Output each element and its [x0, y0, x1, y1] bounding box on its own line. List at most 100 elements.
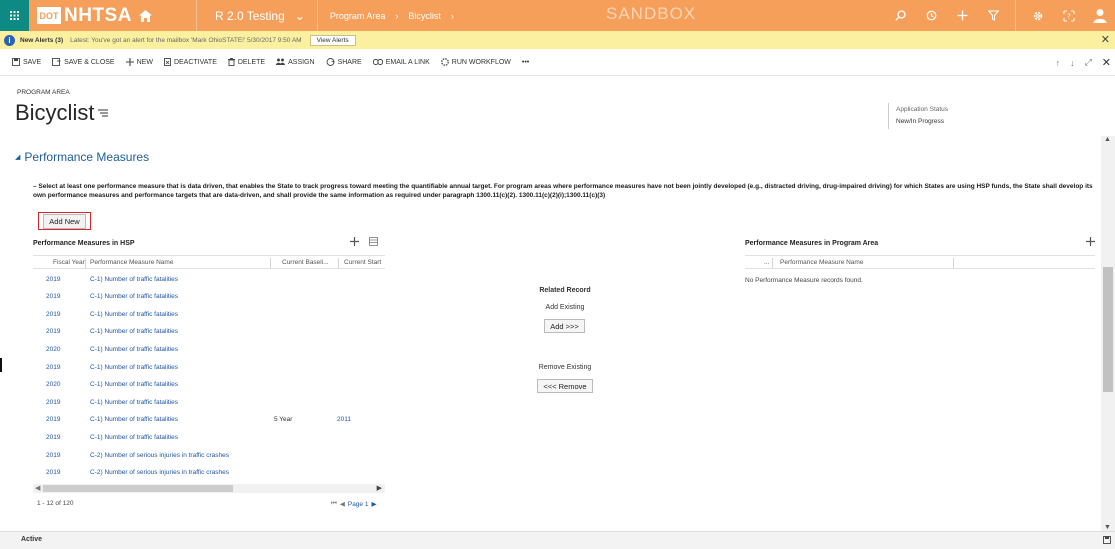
scroll-down-icon[interactable]: ▼ [1104, 524, 1111, 531]
app-launcher-button[interactable] [0, 0, 29, 31]
measure-name-cell[interactable]: C-2) Number of serious injuries in traff… [90, 452, 229, 459]
measure-name-cell[interactable]: C-1) Number of traffic fatalities [90, 293, 178, 300]
close-icon[interactable]: ✕ [1101, 33, 1110, 46]
fiscal-year-cell[interactable]: 2019 [46, 364, 60, 371]
deactivate-button[interactable]: DEACTIVATE [164, 58, 217, 66]
add-related-button[interactable]: Add >>> [544, 319, 585, 333]
home-icon[interactable] [138, 9, 152, 22]
grid-view-icon[interactable] [369, 237, 378, 248]
table-row[interactable]: 2019 C-1) Number of traffic fatalities [33, 271, 385, 289]
measure-name-cell[interactable]: C-1) Number of traffic fatalities [90, 416, 178, 423]
measure-name-cell[interactable]: C-1) Number of traffic fatalities [90, 364, 178, 371]
arrow-up-icon[interactable]: ↑ [1056, 58, 1061, 68]
add-record-icon[interactable] [350, 237, 359, 248]
history-icon[interactable] [916, 0, 947, 31]
search-icon[interactable] [885, 0, 916, 31]
column-current-start[interactable]: Current Start [344, 259, 381, 266]
table-row[interactable]: 2019 C-1) Number of traffic fatalities [33, 306, 385, 324]
table-row[interactable]: 2019 C-1) Number of traffic fatalities 5 Y… [33, 411, 385, 429]
add-record-icon[interactable] [1086, 237, 1095, 248]
plus-icon[interactable] [947, 0, 978, 31]
table-row[interactable]: 2019 C-1) Number of traffic fatalities [33, 394, 385, 412]
measure-name-cell[interactable]: C-1) Number of traffic fatalities [90, 399, 178, 406]
horizontal-scrollbar[interactable]: ◀ ▶ [33, 484, 385, 493]
arrow-down-icon[interactable]: ↓ [1070, 58, 1075, 68]
table-row[interactable]: 2019 C-2) Number of serious injuries in t… [33, 447, 385, 465]
fiscal-year-cell[interactable]: 2020 [46, 381, 60, 388]
fiscal-year-cell[interactable]: 2019 [46, 293, 60, 300]
column-fiscal-year[interactable]: Fiscal Year [53, 259, 85, 266]
email-link-button[interactable]: EMAIL A LINK [372, 59, 430, 66]
save-close-button[interactable]: SAVE & CLOSE [52, 58, 115, 66]
add-new-button[interactable]: Add New [43, 213, 86, 229]
table-row[interactable]: 2019 C-2) Number of serious injuries in t… [33, 464, 385, 482]
fiscal-year-cell[interactable]: 2019 [46, 311, 60, 318]
scroll-left-icon[interactable]: ◀ [35, 484, 40, 492]
view-alerts-button[interactable]: View Alerts [309, 34, 356, 46]
fiscal-year-cell[interactable]: 2019 [46, 434, 60, 441]
share-button[interactable]: SHARE [326, 58, 362, 66]
alert-title[interactable]: New Alerts (3) [20, 37, 63, 44]
first-page-icon[interactable]: ⏮ [331, 500, 337, 508]
remove-related-button[interactable]: <<< Remove [537, 379, 593, 393]
column-ellipsis[interactable]: ... [764, 259, 769, 266]
table-row[interactable]: 2019 C-1) Number of traffic fatalities [33, 288, 385, 306]
fiscal-year-cell[interactable]: 2019 [46, 276, 60, 283]
measure-name-cell[interactable]: C-1) Number of traffic fatalities [90, 381, 178, 388]
fiscal-year-cell[interactable]: 2019 [46, 328, 60, 335]
run-workflow-button[interactable]: RUN WORKFLOW [440, 58, 511, 66]
measure-name-cell[interactable]: C-1) Number of traffic fatalities [90, 328, 178, 335]
breadcrumb-record[interactable]: Bicyclist [408, 11, 441, 21]
scroll-right-icon[interactable]: ▶ [377, 484, 382, 492]
save-icon[interactable] [1103, 536, 1111, 546]
previous-page-icon[interactable]: ◀ [340, 500, 345, 508]
fiscal-year-cell[interactable]: 2019 [46, 416, 60, 423]
measure-name-cell[interactable]: C-1) Number of traffic fatalities [90, 346, 178, 353]
hsp-grid-title: Performance Measures in HSP [33, 240, 135, 247]
breadcrumb-program-area[interactable]: Program Area [330, 11, 386, 21]
fiscal-year-cell[interactable]: 2019 [46, 452, 60, 459]
add-new-highlight: Add New [38, 212, 91, 230]
save-close-icon [52, 58, 61, 66]
assign-button[interactable]: ASSIGN [276, 58, 315, 66]
fiscal-year-cell[interactable]: 2019 [46, 469, 60, 476]
measure-name-cell[interactable]: C-2) Number of serious injuries in traff… [90, 469, 229, 476]
gear-icon[interactable] [1022, 0, 1053, 31]
table-row[interactable]: 2019 C-1) Number of traffic fatalities [33, 359, 385, 377]
close-icon[interactable]: ✕ [1102, 56, 1111, 69]
next-page-icon[interactable]: ▶ [371, 500, 376, 508]
scrollbar-thumb[interactable] [1103, 267, 1113, 392]
fiscal-year-cell[interactable]: 2020 [46, 346, 60, 353]
program-area-grid-header: ... Performance Measure Name [745, 255, 1095, 269]
more-commands-button[interactable]: ••• [522, 59, 529, 66]
measure-name-cell[interactable]: C-1) Number of traffic fatalities [90, 311, 178, 318]
section-performance-measures[interactable]: ◢ Performance Measures [15, 150, 149, 164]
table-row[interactable]: 2020 C-1) Number of traffic fatalities [33, 341, 385, 359]
header-divider [888, 103, 889, 129]
form-selector-icon[interactable] [98, 109, 109, 117]
delete-button[interactable]: DELETE [227, 58, 265, 66]
measure-name-cell[interactable]: C-1) Number of traffic fatalities [90, 434, 178, 441]
column-measure-name[interactable]: Performance Measure Name [780, 259, 863, 266]
table-row[interactable]: 2019 C-1) Number of traffic fatalities [33, 323, 385, 341]
user-avatar-icon[interactable] [1084, 0, 1115, 31]
scroll-up-icon[interactable]: ▲ [1104, 136, 1111, 143]
save-button[interactable]: SAVE [12, 58, 41, 66]
table-row[interactable]: 2020 C-1) Number of traffic fatalities [33, 376, 385, 394]
module-switcher[interactable]: R 2.0 Testing ⌄ [197, 0, 317, 31]
fiscal-year-cell[interactable]: 2019 [46, 399, 60, 406]
program-area-grid-title: Performance Measures in Program Area [745, 240, 879, 247]
column-current-baseline[interactable]: Current Baseli... [282, 259, 329, 266]
scrollbar-thumb[interactable] [43, 485, 233, 492]
expand-icon[interactable]: ⤢ [1085, 57, 1092, 68]
filter-icon[interactable] [978, 0, 1009, 31]
new-button[interactable]: NEW [125, 58, 153, 66]
brand-name: NHTSA [64, 4, 132, 26]
start-cell[interactable]: 2011 [337, 416, 351, 423]
help-icon[interactable]: ? [1053, 0, 1084, 31]
column-measure-name[interactable]: Performance Measure Name [90, 259, 173, 266]
vertical-scrollbar[interactable]: ▲ ▼ [1101, 136, 1115, 531]
deactivate-icon [164, 58, 171, 66]
table-row[interactable]: 2019 C-1) Number of traffic fatalities [33, 429, 385, 447]
measure-name-cell[interactable]: C-1) Number of traffic fatalities [90, 276, 178, 283]
